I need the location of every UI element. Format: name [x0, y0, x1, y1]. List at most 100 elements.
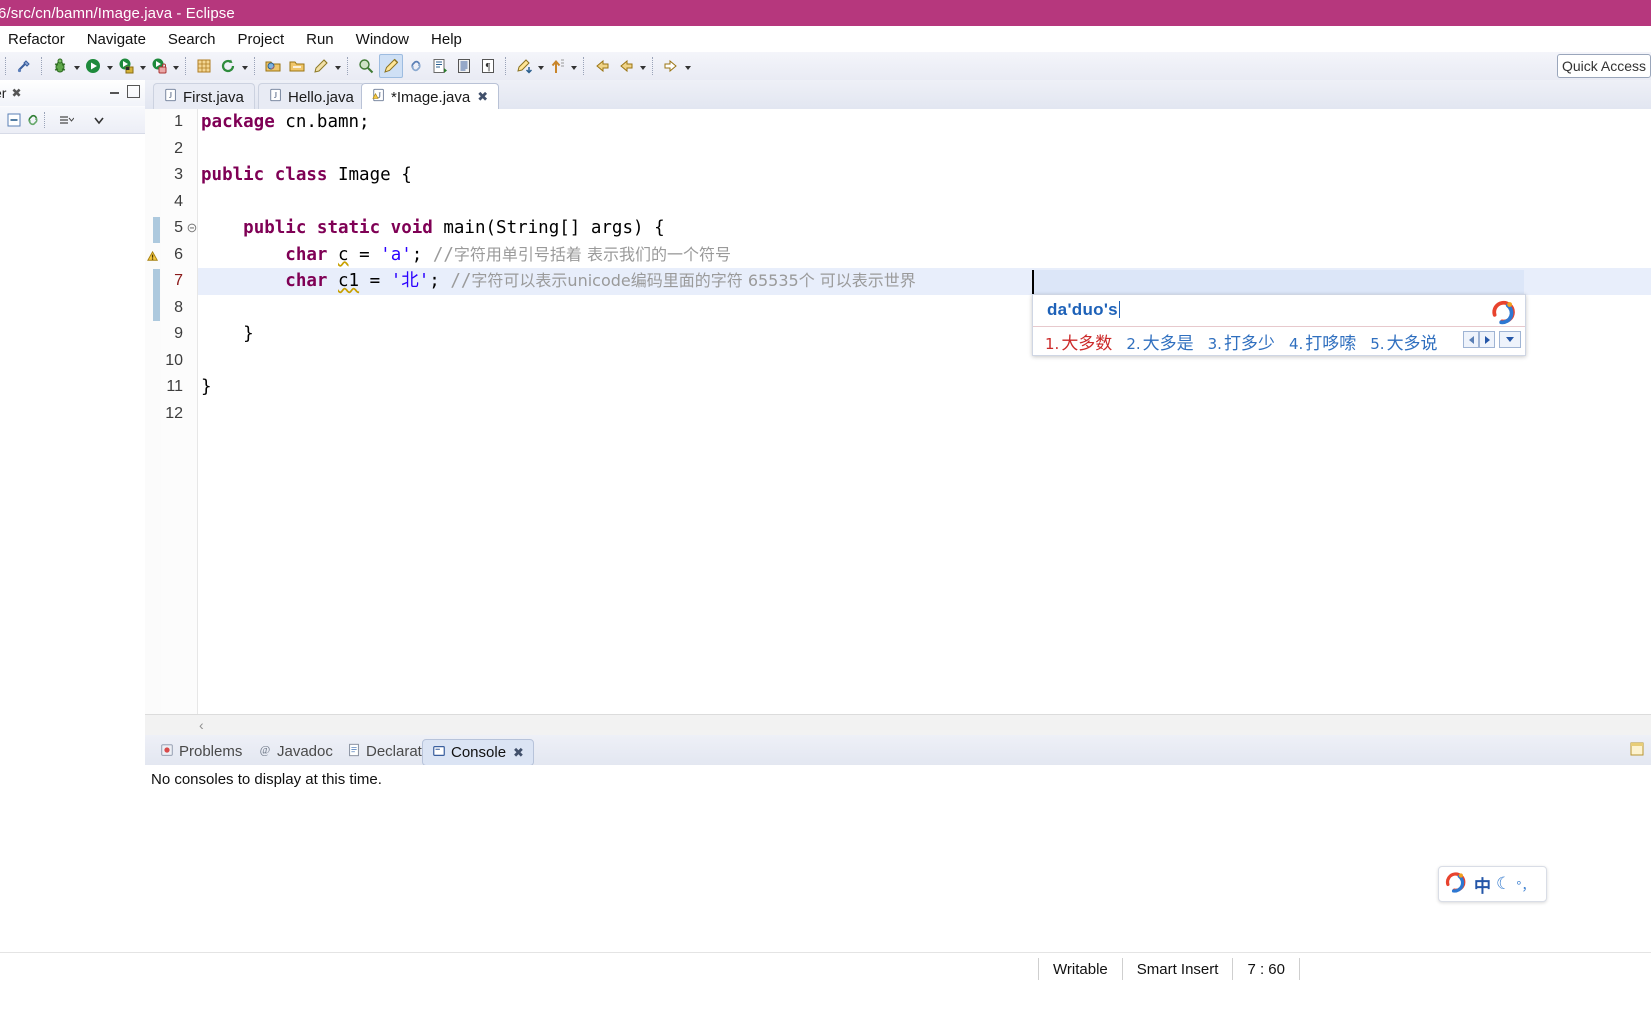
editor-tab-label: First.java	[183, 88, 244, 106]
ime-next-page-icon[interactable]	[1479, 331, 1495, 348]
coverage-dropdown-icon[interactable]	[171, 55, 180, 77]
ime-candidate-list: 1. 大多数 2. 大多是 3. 打多少 4. 打哆嗦 5. 大多说	[1045, 328, 1438, 354]
code-line[interactable]: 4	[145, 189, 1651, 216]
maximize-icon[interactable]	[127, 85, 140, 98]
code-text: public class Image {	[201, 165, 412, 185]
code-line[interactable]: 11}	[145, 374, 1651, 401]
close-icon[interactable]: ✖	[513, 745, 524, 761]
external-tools-dropdown-icon[interactable]	[138, 55, 147, 77]
fold-toggle-icon[interactable]: ⊝	[186, 215, 198, 242]
debug-icon[interactable]	[49, 55, 71, 77]
menu-item-project[interactable]: Project	[226, 29, 295, 50]
status-line: Writable Smart Insert 7 : 60	[0, 953, 1651, 985]
ime-candidate-2[interactable]: 2. 大多是	[1126, 329, 1193, 354]
line-number: 10	[165, 351, 183, 369]
search-icon[interactable]	[355, 55, 377, 77]
editor-tab-label: Hello.java	[288, 88, 354, 106]
edit-dropdown-icon[interactable]	[333, 55, 342, 77]
next-annotation-icon[interactable]	[429, 55, 451, 77]
ime-expand-icon[interactable]	[1499, 331, 1521, 348]
forward-dropdown-icon[interactable]	[683, 55, 692, 77]
next-edit-dropdown-icon[interactable]	[536, 55, 545, 77]
code-line[interactable]: 6 char c = 'a'; //字符用单引号括着 表示我们的一个符号	[145, 242, 1651, 269]
sogou-logo-icon[interactable]	[1443, 869, 1469, 899]
run-icon[interactable]	[82, 55, 104, 77]
run-dropdown-icon[interactable]	[105, 55, 114, 77]
tab-console[interactable]: Console ✖	[422, 739, 534, 766]
ime-candidate-3[interactable]: 3. 打多少	[1208, 329, 1275, 354]
next-edit-icon[interactable]	[513, 55, 535, 77]
code-editor[interactable]: 1 package cn.bamn; 2 3 public class Image {4…	[145, 109, 1651, 735]
punctuation-icon[interactable]: °，	[1516, 875, 1534, 894]
up-arrow-icon[interactable]	[546, 55, 568, 77]
text-caret	[1032, 270, 1034, 294]
collapse-all-icon[interactable]	[6, 112, 22, 128]
close-icon[interactable]: ✖	[11, 86, 21, 100]
back-dropdown-icon[interactable]	[638, 55, 647, 77]
tab-javadoc[interactable]: @ Javadoc	[249, 739, 342, 764]
editor-horizontal-scrollbar[interactable]: ‹	[145, 714, 1651, 735]
menu-item-run[interactable]: Run	[295, 29, 345, 50]
refresh-dropdown-icon[interactable]	[240, 55, 249, 77]
ime-candidate-1[interactable]: 1. 大多数	[1045, 329, 1112, 354]
paragraph-icon[interactable]: ¶	[477, 55, 499, 77]
minimize-icon[interactable]	[109, 85, 120, 96]
open-type-icon[interactable]	[262, 55, 284, 77]
back-icon[interactable]	[591, 55, 613, 77]
java-file-icon: J	[164, 88, 178, 106]
sogou-ime-popup[interactable]: da'duo's 1. 大多数 2. 大多是 3. 打多少 4. 打哆嗦 5. …	[1032, 294, 1526, 356]
view-menu-chevron-icon[interactable]	[91, 112, 107, 128]
toolbar-separator	[41, 57, 43, 75]
menu-item-navigate[interactable]: Navigate	[76, 29, 157, 50]
forward-icon[interactable]	[660, 55, 682, 77]
menu-item-search[interactable]: Search	[157, 29, 227, 50]
code-line[interactable]: 3 public class Image {	[145, 162, 1651, 189]
code-line[interactable]: 1 package cn.bamn;	[145, 109, 1651, 136]
coverage-icon[interactable]	[148, 55, 170, 77]
quick-access-placeholder: Quick Access	[1561, 58, 1646, 74]
menu-item-refactor[interactable]: Refactor	[0, 29, 76, 50]
debug-dropdown-icon[interactable]	[72, 55, 81, 77]
toolbar-separator	[505, 57, 507, 75]
new-wizard-icon[interactable]	[13, 55, 35, 77]
scroll-left-icon[interactable]: ‹	[199, 717, 204, 733]
quick-access-field[interactable]: Quick Access	[1556, 54, 1651, 78]
menu-item-help[interactable]: Help	[420, 29, 473, 50]
ime-prev-page-icon[interactable]	[1463, 331, 1479, 348]
back2-icon[interactable]	[615, 55, 637, 77]
run-external-tools-icon[interactable]	[115, 55, 137, 77]
code-line[interactable]: 2	[145, 136, 1651, 163]
svg-text:@: @	[260, 744, 270, 756]
menu-item-window[interactable]: Window	[345, 29, 420, 50]
editor-tab-image-java[interactable]: J *Image.java ✖	[361, 83, 500, 111]
new-java-package-icon[interactable]	[193, 55, 215, 77]
tab-problems[interactable]: Problems	[151, 739, 251, 764]
up-arrow-dropdown-icon[interactable]	[569, 55, 578, 77]
code-line[interactable]: 5 ⊝ public static void main(String[] args…	[145, 215, 1651, 242]
refresh-icon[interactable]	[217, 55, 239, 77]
candidate-text: 大多是	[1142, 333, 1194, 354]
link-icon[interactable]	[405, 55, 427, 77]
moon-icon[interactable]: ☾	[1496, 874, 1511, 894]
ime-mode-label[interactable]: 中	[1474, 872, 1491, 897]
pencil-highlight-icon[interactable]	[379, 54, 403, 78]
book-icon[interactable]	[453, 55, 475, 77]
editor-tab-hello-java[interactable]: J Hello.java	[258, 83, 365, 110]
close-icon[interactable]: ✖	[477, 89, 488, 105]
open-task-icon[interactable]	[286, 55, 308, 77]
code-text: public static void main(String[] args) {	[243, 218, 665, 238]
edit-icon[interactable]	[310, 55, 332, 77]
line-number: 9	[174, 325, 183, 342]
link-with-editor-icon[interactable]	[25, 112, 41, 128]
view-menu-icon[interactable]	[58, 112, 74, 128]
sogou-status-toolbar[interactable]: 中 ☾ °，	[1438, 866, 1547, 902]
eclipse-window: 6/src/cn/bamn/Image.java - Eclipse Refac…	[0, 0, 1651, 1033]
ime-candidate-4[interactable]: 4. 打哆嗦	[1289, 329, 1356, 354]
javadoc-icon: @	[258, 743, 272, 761]
status-insert-mode: Smart Insert	[1136, 960, 1219, 978]
tab-label: Console	[451, 744, 507, 761]
maximize-panel-icon[interactable]	[1629, 741, 1645, 757]
editor-tab-first-java[interactable]: J First.java	[153, 83, 255, 110]
ime-candidate-5[interactable]: 5. 大多说	[1370, 329, 1437, 354]
code-line[interactable]: 12	[145, 401, 1651, 428]
